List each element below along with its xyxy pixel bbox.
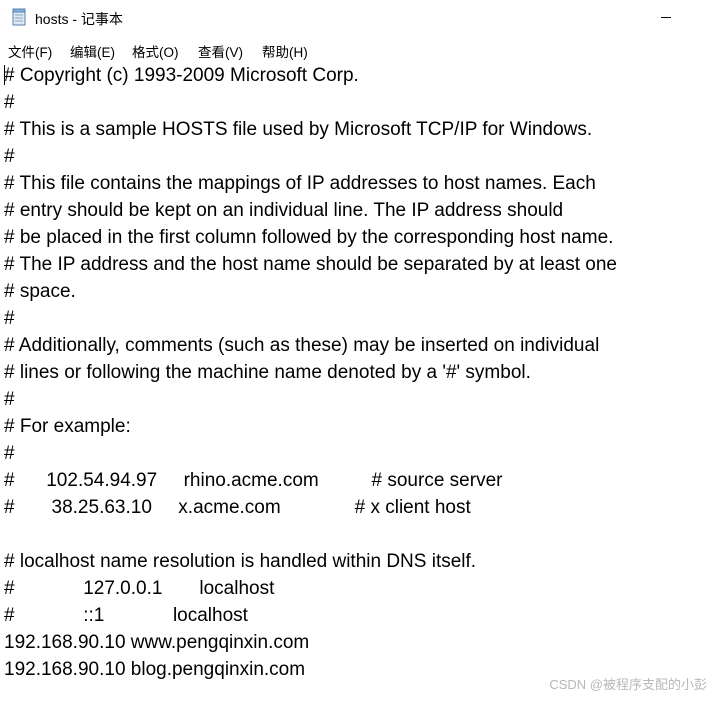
minimize-icon <box>661 17 671 18</box>
menu-file[interactable]: 文件(F) <box>8 41 52 61</box>
text-line: 192.168.90.10 blog.pengqinxin.com <box>4 659 306 680</box>
text-line: # lines or following the machine name de… <box>4 362 531 383</box>
text-line: # 38.25.63.10 x.acme.com # x client host <box>4 497 471 518</box>
menu-help[interactable]: 帮助(H) <box>262 41 308 61</box>
menu-edit[interactable]: 编辑(E) <box>70 41 115 61</box>
text-line: # localhost name resolution is handled w… <box>4 551 477 572</box>
text-line: # This is a sample HOSTS file used by Mi… <box>4 119 593 140</box>
text-line: # For example: <box>4 416 131 437</box>
watermark: CSDN @被程序支配的小彭 <box>549 677 707 692</box>
text-line: # The IP address and the host name shoul… <box>4 254 618 275</box>
text-line: # <box>4 443 15 464</box>
window-title: hosts - 记事本 <box>35 11 123 27</box>
text-line: # Copyright (c) 1993-2009 Microsoft Corp… <box>4 65 359 86</box>
text-line: # be placed in the first column followed… <box>4 227 614 248</box>
text-editor[interactable]: # Copyright (c) 1993-2009 Microsoft Corp… <box>0 61 721 701</box>
notepad-icon <box>12 8 26 26</box>
text-line: # Additionally, comments (such as these)… <box>4 335 600 356</box>
title-bar: hosts - 记事本 <box>0 0 721 36</box>
text-line: 192.168.90.10 www.pengqinxin.com <box>4 632 310 653</box>
text-line: # entry should be kept on an individual … <box>4 200 564 221</box>
menu-format[interactable]: 格式(O) <box>132 41 179 61</box>
text-line: # This file contains the mappings of IP … <box>4 173 596 194</box>
text-line: # <box>4 308 15 329</box>
text-line: # <box>4 389 15 410</box>
text-line: # <box>4 92 15 113</box>
text-line: # space. <box>4 281 76 302</box>
text-line: # <box>4 146 15 167</box>
menu-view[interactable]: 查看(V) <box>198 41 243 61</box>
minimize-button[interactable] <box>640 6 686 30</box>
text-line: # ::1 localhost <box>4 605 248 626</box>
menu-bar: 文件(F) 编辑(E) 格式(O) 查看(V) 帮助(H) <box>0 37 721 61</box>
text-line: # 127.0.0.1 localhost <box>4 578 275 599</box>
text-line: # 102.54.94.97 rhino.acme.com # source s… <box>4 470 503 491</box>
